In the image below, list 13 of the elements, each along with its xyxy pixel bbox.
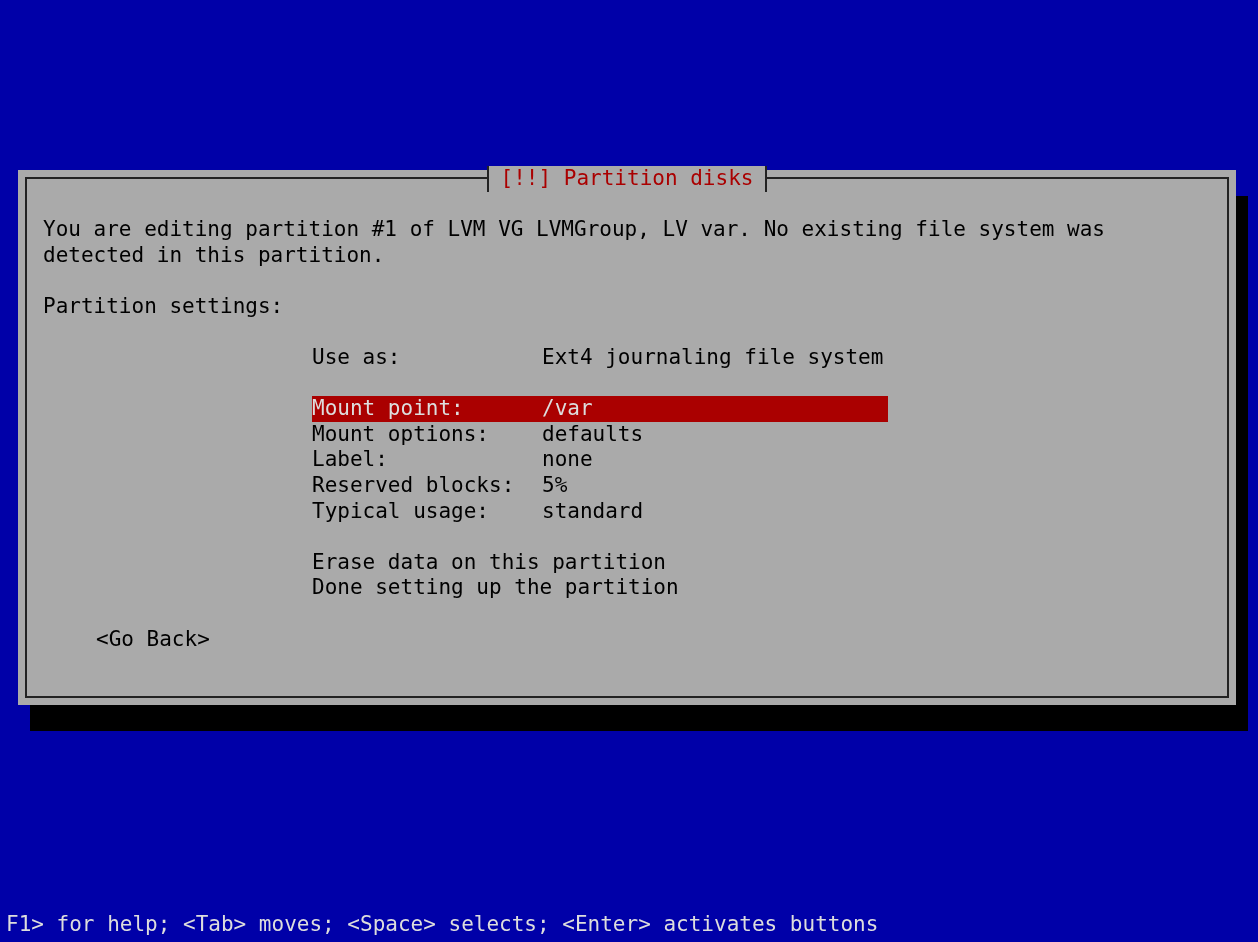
menu-item[interactable]: Mount options: defaults [312,421,888,448]
go-back-button[interactable]: <Go Back> [96,626,210,653]
menu-item[interactable]: Erase data on this partition [312,549,888,576]
help-line: F1> for help; <Tab> moves; <Space> selects; <Enter> activates buttons [6,912,879,937]
intro-text: You are editing partition #1 of LVM VG LVMGroup, LV var. No existing file system was detected in this partition. [43,217,1107,269]
menu-item[interactable]: Label: none [312,447,888,473]
menu-item[interactable]: Typical usage: standard [312,498,888,525]
menu-item[interactable]: Reserved blocks: 5% [312,472,888,499]
menu-item[interactable]: Mount point: /var [312,396,888,422]
dialog-title: [!!] Partition disks [486,166,768,192]
menu-item[interactable]: Use as: Ext4 journaling file system [312,344,888,371]
menu-item[interactable]: Done setting up the partition [312,575,888,601]
section-label: Partition settings: [43,293,285,320]
